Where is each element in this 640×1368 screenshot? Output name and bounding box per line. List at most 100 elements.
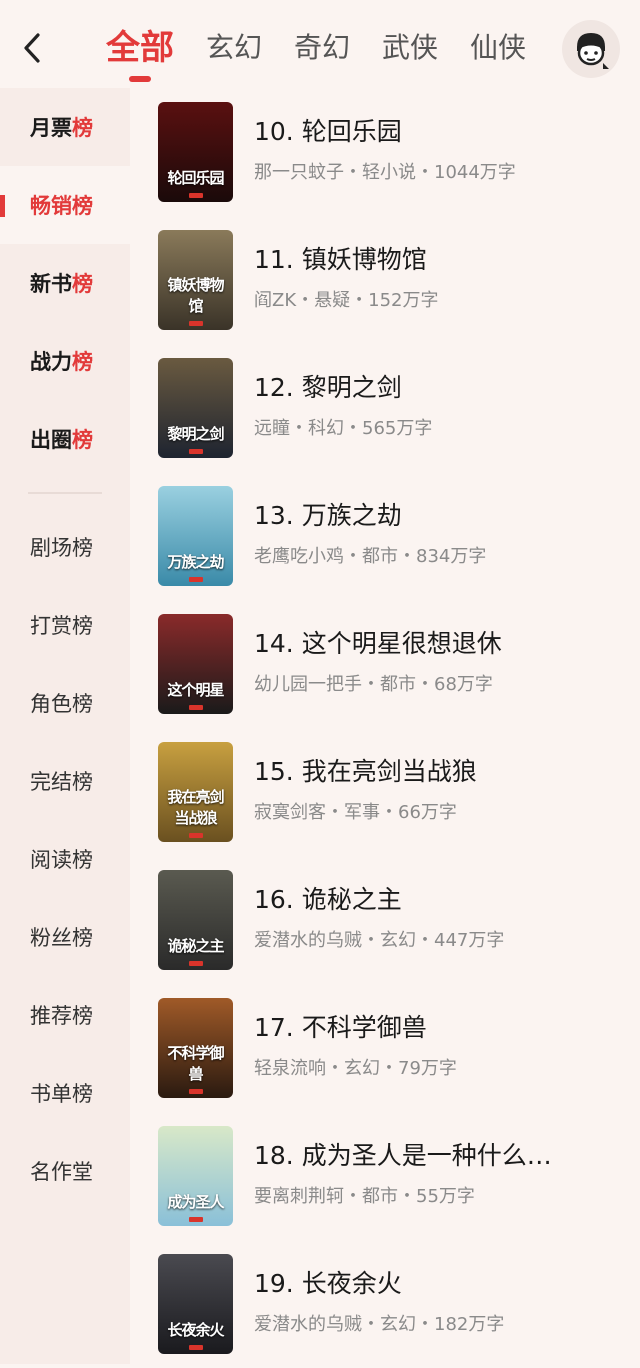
cover-title: 我在亮剑当战狼 — [167, 788, 224, 827]
sidebar-item-label: 书单榜 — [30, 1082, 93, 1106]
sidebar-item-new-books[interactable]: 新书榜 — [0, 244, 130, 322]
list-item[interactable]: 诡秘之主 16. 诡秘之主 爱潜水的乌贼・玄幻・447万字 — [130, 856, 640, 984]
sidebar-item-character[interactable]: 角色榜 — [0, 664, 130, 742]
list-item[interactable]: 长夜余火 19. 长夜余火 爱潜水的乌贼・玄幻・182万字 — [130, 1240, 640, 1368]
sidebar-item-label-tail: 榜 — [72, 272, 93, 296]
cover-title: 诡秘之主 — [167, 937, 224, 955]
book-cover[interactable]: 长夜余火 — [158, 1254, 233, 1354]
sidebar-item-label: 阅读榜 — [30, 848, 93, 872]
book-meta: 阎ZK・悬疑・152万字 — [254, 290, 439, 311]
tab-label: 全部 — [106, 28, 174, 68]
list-item[interactable]: 我在亮剑当战狼 15. 我在亮剑当战狼 寂寞剑客・军事・66万字 — [130, 728, 640, 856]
book-title: 15. 我在亮剑当战狼 — [254, 757, 477, 786]
book-title: 16. 诡秘之主 — [254, 885, 402, 914]
sidebar-item-masterpiece[interactable]: 名作堂 — [0, 1132, 130, 1210]
cover-title: 黎明之剑 — [167, 425, 224, 443]
list-item[interactable]: 成为圣人 18. 成为圣人是一种什么… 要离刺荆轲・都市・55万字 — [130, 1112, 640, 1240]
list-item[interactable]: 这个明星 14. 这个明星很想退休 幼儿园一把手・都市・68万字 — [130, 600, 640, 728]
cover-title: 成为圣人 — [167, 1193, 224, 1211]
cover-title: 轮回乐园 — [167, 169, 224, 187]
sidebar-item-label: 畅销 — [30, 194, 72, 218]
tab-xianxia[interactable]: 仙侠 — [460, 22, 536, 78]
sidebar-item-bestseller[interactable]: 畅销榜 — [0, 166, 130, 244]
sidebar-item-label: 名作堂 — [30, 1160, 93, 1184]
book-cover[interactable]: 成为圣人 — [158, 1126, 233, 1226]
book-title: 10. 轮回乐园 — [254, 117, 402, 146]
publisher-badge — [188, 1217, 203, 1222]
book-meta: 轻泉流响・玄幻・79万字 — [254, 1058, 457, 1079]
sidebar-item-label-tail: 榜 — [72, 194, 93, 218]
book-cover[interactable]: 不科学御兽 — [158, 998, 233, 1098]
book-title: 14. 这个明星很想退休 — [254, 629, 502, 658]
list-item[interactable]: 万族之劫 13. 万族之劫 老鹰吃小鸡・都市・834万字 — [130, 472, 640, 600]
sidebar-item-booklist[interactable]: 书单榜 — [0, 1054, 130, 1132]
tab-all[interactable]: 全部 — [96, 22, 184, 82]
chevron-left-icon — [24, 33, 40, 63]
tab-wuxia[interactable]: 武侠 — [372, 22, 448, 78]
sidebar-item-completed[interactable]: 完结榜 — [0, 742, 130, 820]
active-marker — [0, 195, 5, 217]
sidebar-divider — [28, 492, 102, 494]
sidebar-item-label-tail: 榜 — [72, 116, 93, 140]
book-meta: 那一只蚊子・轻小说・1044万字 — [254, 162, 516, 183]
sidebar-item-label-tail: 榜 — [72, 350, 93, 374]
book-list: 轮回乐园 10. 轮回乐园 那一只蚊子・轻小说・1044万字 镇妖博物馆 11.… — [130, 88, 640, 1364]
sidebar-item-label: 粉丝榜 — [30, 926, 93, 950]
sidebar-item-recommend[interactable]: 推荐榜 — [0, 976, 130, 1054]
cover-title: 镇妖博物馆 — [167, 276, 224, 315]
publisher-badge — [188, 1345, 203, 1350]
ranking-sidebar: 月票榜 畅销榜 新书榜 战力榜 出圈榜 剧场榜 打赏榜 角色榜 完结榜 阅读榜 … — [0, 88, 130, 1364]
publisher-badge — [188, 833, 203, 838]
book-title: 18. 成为圣人是一种什么… — [254, 1141, 552, 1170]
tab-label: 仙侠 — [470, 31, 527, 64]
book-cover[interactable]: 镇妖博物馆 — [158, 230, 233, 330]
back-button[interactable] — [12, 26, 52, 70]
book-title: 11. 镇妖博物馆 — [254, 245, 427, 274]
cover-title: 这个明星 — [167, 681, 224, 699]
book-meta: 爱潜水的乌贼・玄幻・447万字 — [254, 930, 505, 951]
active-tab-indicator — [129, 76, 151, 82]
publisher-badge — [188, 961, 203, 966]
book-meta: 寂寞剑客・军事・66万字 — [254, 802, 457, 823]
sidebar-item-fans[interactable]: 粉丝榜 — [0, 898, 130, 976]
tab-label: 武侠 — [382, 31, 439, 64]
cover-title: 长夜余火 — [167, 1321, 224, 1339]
book-title: 12. 黎明之剑 — [254, 373, 402, 402]
tab-xuanhuan[interactable]: 玄幻 — [196, 22, 272, 78]
publisher-badge — [188, 705, 203, 710]
list-item[interactable]: 镇妖博物馆 11. 镇妖博物馆 阎ZK・悬疑・152万字 — [130, 216, 640, 344]
avatar-icon — [577, 33, 609, 69]
book-cover[interactable]: 这个明星 — [158, 614, 233, 714]
profile-button[interactable] — [562, 20, 620, 78]
book-cover[interactable]: 万族之劫 — [158, 486, 233, 586]
tab-label: 奇幻 — [294, 31, 351, 64]
list-item[interactable]: 不科学御兽 17. 不科学御兽 轻泉流响・玄幻・79万字 — [130, 984, 640, 1112]
book-cover[interactable]: 轮回乐园 — [158, 102, 233, 202]
sidebar-item-label: 打赏榜 — [30, 614, 93, 638]
sidebar-item-reward[interactable]: 打赏榜 — [0, 586, 130, 664]
tab-label: 玄幻 — [206, 31, 263, 64]
list-item[interactable]: 黎明之剑 12. 黎明之剑 远瞳・科幻・565万字 — [130, 344, 640, 472]
sidebar-item-label: 战力 — [30, 350, 72, 374]
sidebar-item-label-tail: 榜 — [72, 428, 93, 452]
sidebar-item-reading[interactable]: 阅读榜 — [0, 820, 130, 898]
sidebar-item-power[interactable]: 战力榜 — [0, 322, 130, 400]
book-cover[interactable]: 诡秘之主 — [158, 870, 233, 970]
sidebar-item-monthly-ticket[interactable]: 月票榜 — [0, 88, 130, 166]
book-meta: 远瞳・科幻・565万字 — [254, 418, 433, 439]
sidebar-item-label: 月票 — [30, 116, 72, 140]
sidebar-item-theater[interactable]: 剧场榜 — [0, 508, 130, 586]
book-meta: 要离刺荆轲・都市・55万字 — [254, 1186, 475, 1207]
cover-title: 万族之劫 — [167, 553, 224, 571]
sidebar-item-breakout[interactable]: 出圈榜 — [0, 400, 130, 478]
list-item[interactable]: 轮回乐园 10. 轮回乐园 那一只蚊子・轻小说・1044万字 — [130, 88, 640, 216]
book-meta: 老鹰吃小鸡・都市・834万字 — [254, 546, 487, 567]
book-title: 17. 不科学御兽 — [254, 1013, 427, 1042]
book-cover[interactable]: 我在亮剑当战狼 — [158, 742, 233, 842]
book-meta: 幼儿园一把手・都市・68万字 — [254, 674, 493, 695]
tab-qihuan[interactable]: 奇幻 — [284, 22, 360, 78]
publisher-badge — [188, 1089, 203, 1094]
sidebar-item-label: 推荐榜 — [30, 1004, 93, 1028]
book-cover[interactable]: 黎明之剑 — [158, 358, 233, 458]
category-tabs: 全部 玄幻 奇幻 武侠 仙侠 — [96, 22, 548, 82]
